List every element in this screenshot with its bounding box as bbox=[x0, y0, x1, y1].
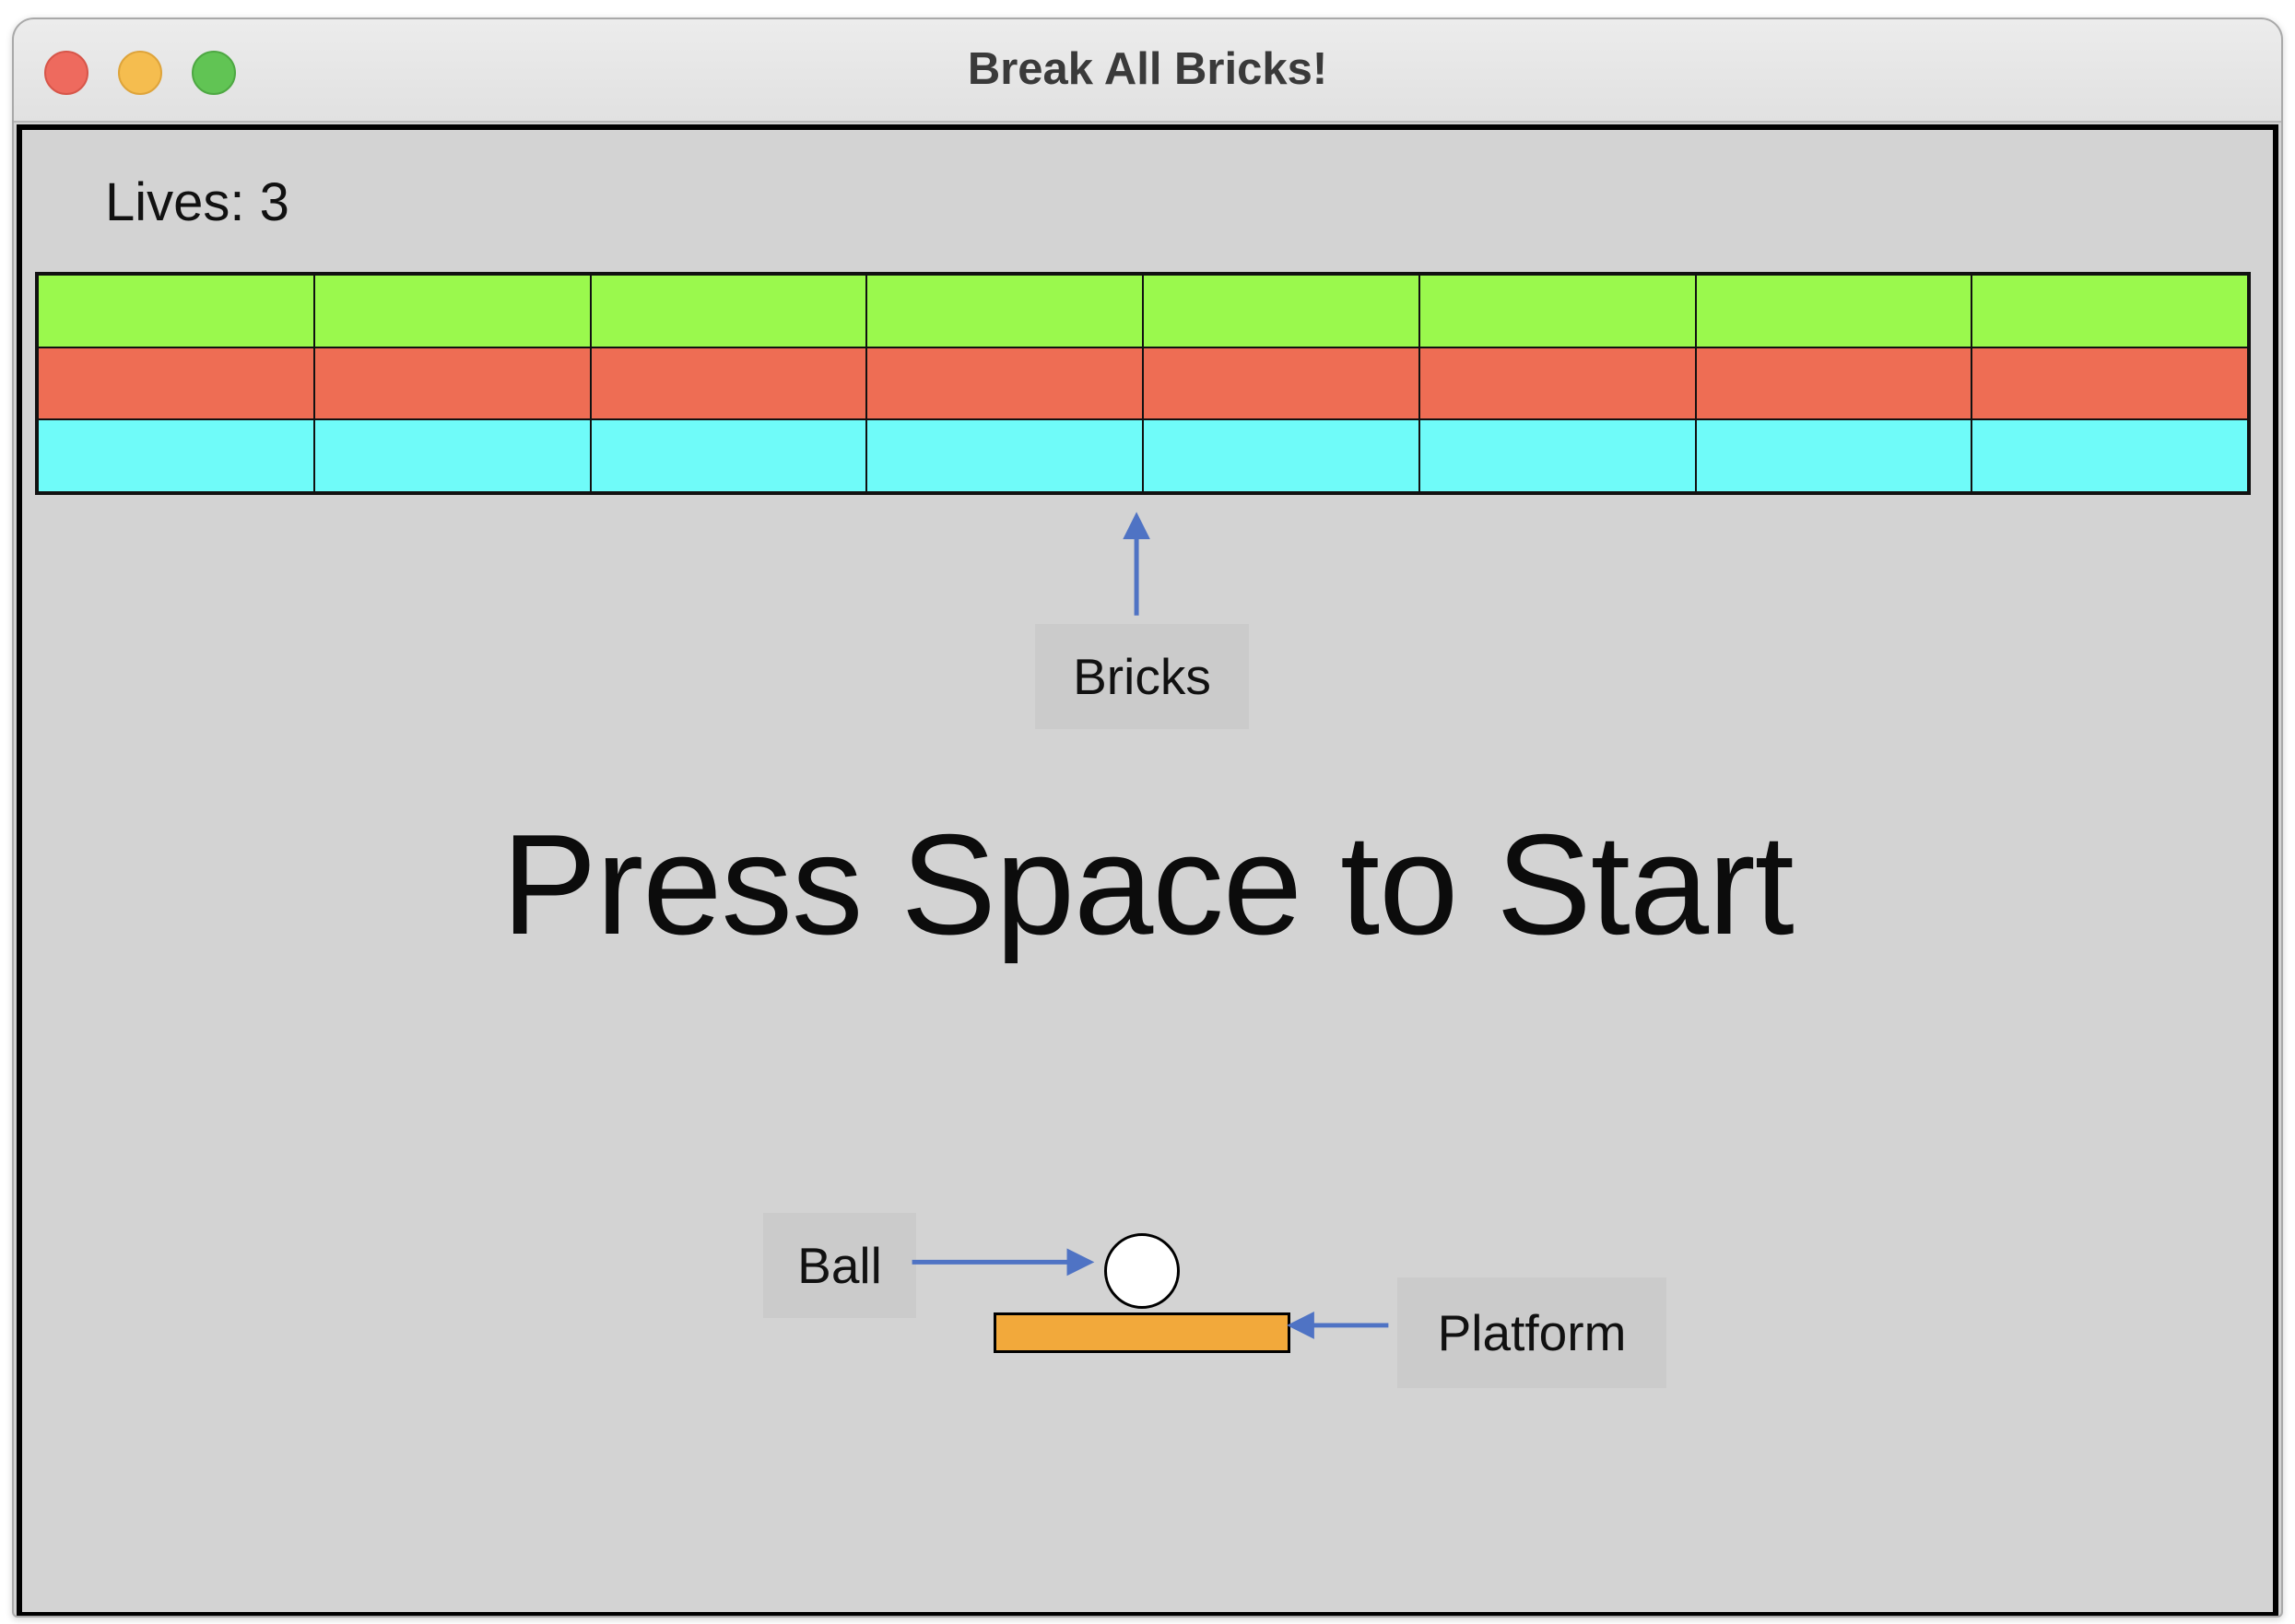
brick bbox=[1971, 275, 2248, 347]
brick bbox=[866, 275, 1143, 347]
bricks-annotation-label: Bricks bbox=[1073, 648, 1211, 705]
brick bbox=[313, 275, 591, 347]
platform-paddle[interactable] bbox=[994, 1312, 1290, 1353]
brick bbox=[1695, 419, 1972, 492]
brick bbox=[590, 419, 867, 492]
title-bar[interactable]: Break All Bricks! bbox=[14, 19, 2281, 123]
game-canvas[interactable]: Lives: 3 Bricks Press Space to Start Bal… bbox=[17, 124, 2278, 1616]
brick bbox=[313, 347, 591, 420]
platform-annotation-label: Platform bbox=[1437, 1304, 1627, 1361]
ball-annotation: Ball bbox=[763, 1213, 916, 1318]
ball-annotation-label: Ball bbox=[797, 1237, 882, 1294]
brick bbox=[1418, 275, 1696, 347]
brick bbox=[1418, 419, 1696, 492]
game-window: Break All Bricks! Lives: 3 Bricks Press … bbox=[12, 18, 2283, 1618]
brick bbox=[590, 275, 867, 347]
brick bbox=[590, 347, 867, 420]
brick bbox=[313, 419, 591, 492]
brick bbox=[1695, 275, 1972, 347]
brick bbox=[1143, 347, 1419, 420]
brick bbox=[1418, 347, 1696, 420]
brick bbox=[866, 419, 1143, 492]
brick bbox=[38, 275, 314, 347]
bricks-annotation: Bricks bbox=[1035, 624, 1249, 729]
window-title: Break All Bricks! bbox=[967, 44, 1328, 94]
brick bbox=[1971, 419, 2248, 492]
ball bbox=[1104, 1233, 1180, 1309]
lives-counter: Lives: 3 bbox=[105, 172, 289, 232]
brick bbox=[1143, 275, 1419, 347]
brick bbox=[1143, 419, 1419, 492]
brick bbox=[866, 347, 1143, 420]
brick bbox=[38, 347, 314, 420]
start-message: Press Space to Start bbox=[501, 805, 1795, 964]
brick bbox=[1695, 347, 1972, 420]
brick-wall bbox=[35, 272, 2251, 495]
platform-annotation: Platform bbox=[1397, 1277, 1666, 1388]
brick bbox=[38, 419, 314, 492]
brick bbox=[1971, 347, 2248, 420]
